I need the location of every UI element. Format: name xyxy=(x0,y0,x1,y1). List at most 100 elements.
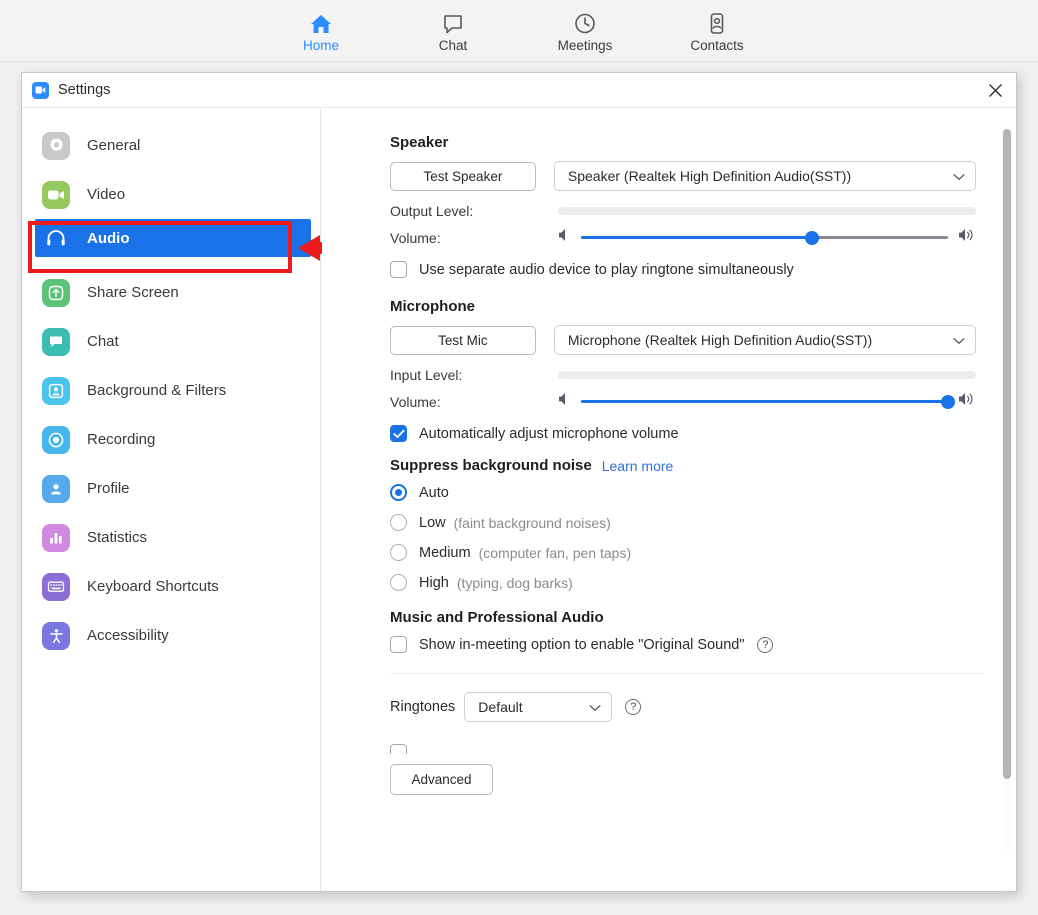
speaker-section-heading: Speaker xyxy=(390,134,449,151)
sidebar-item-accessibility-label: Accessibility xyxy=(87,627,169,644)
noise-option-auto-radio[interactable] xyxy=(390,484,407,501)
close-icon[interactable] xyxy=(980,76,1010,104)
gear-icon xyxy=(42,131,70,160)
ringtones-value: Default xyxy=(478,699,523,715)
sidebar-item-recording[interactable]: Recording xyxy=(22,415,320,464)
volume-low-icon xyxy=(558,392,571,411)
settings-content-panel: Speaker Test Speaker Speaker (Realtek Hi… xyxy=(322,109,1016,891)
suppress-noise-heading: Suppress background noise xyxy=(390,457,592,474)
speaker-volume-slider[interactable] xyxy=(558,228,976,247)
noise-option-high-label: High xyxy=(419,574,449,591)
ringtones-select[interactable]: Default xyxy=(464,692,613,722)
original-sound-checkbox[interactable] xyxy=(390,636,407,653)
noise-option-high-hint: (typing, dog barks) xyxy=(456,574,573,591)
separate-ringtone-device-label: Use separate audio device to play ringto… xyxy=(419,261,794,278)
sidebar-item-audio[interactable]: Audio xyxy=(35,219,311,257)
sidebar-item-share-screen[interactable]: Share Screen xyxy=(22,268,320,317)
chevron-down-icon xyxy=(953,168,965,184)
auto-adjust-mic-volume-checkbox[interactable] xyxy=(390,425,407,442)
sidebar-item-video-label: Video xyxy=(87,186,126,203)
microphone-device-select[interactable]: Microphone (Realtek High Definition Audi… xyxy=(553,325,976,355)
sidebar-item-audio-container: Audio xyxy=(22,219,370,273)
bar-chart-icon xyxy=(42,523,70,552)
sidebar-item-share-screen-label: Share Screen xyxy=(87,284,179,301)
output-level-meter xyxy=(558,207,976,215)
sidebar-item-audio-label: Audio xyxy=(87,229,130,247)
upload-arrow-icon xyxy=(42,278,70,307)
sidebar-item-keyboard-shortcuts[interactable]: Keyboard Shortcuts xyxy=(22,562,320,611)
microphone-volume-track[interactable] xyxy=(581,393,955,411)
chat-bubble-icon xyxy=(42,327,70,356)
accessibility-icon xyxy=(42,621,70,650)
noise-option-medium-label: Medium xyxy=(419,544,471,561)
person-frame-icon xyxy=(42,376,70,405)
section-divider xyxy=(390,673,984,674)
speaker-volume-thumb[interactable] xyxy=(805,230,820,245)
record-circle-icon xyxy=(42,425,70,454)
advanced-button[interactable]: Advanced xyxy=(390,764,493,795)
nav-item-home-label: Home xyxy=(302,37,339,53)
sidebar-item-statistics[interactable]: Statistics xyxy=(22,513,320,562)
microphone-device-value: Microphone (Realtek High Definition Audi… xyxy=(567,332,873,348)
keyboard-icon xyxy=(42,572,70,601)
settings-window: Settings General Video Audio Share Scree… xyxy=(21,72,1017,892)
separate-ringtone-device-checkbox[interactable] xyxy=(390,261,407,278)
help-circle-icon[interactable]: ? xyxy=(625,699,642,715)
app-top-navigation: Home Chat Meetings Contacts xyxy=(0,0,1038,62)
microphone-volume-label: Volume: xyxy=(390,393,441,410)
learn-more-link[interactable]: Learn more xyxy=(602,458,674,474)
sidebar-item-general-label: General xyxy=(87,137,141,154)
volume-high-icon xyxy=(958,228,976,247)
noise-option-high-radio[interactable] xyxy=(390,574,407,591)
chat-bubble-icon xyxy=(441,9,465,35)
sidebar-item-background-filters-label: Background & Filters xyxy=(87,382,227,399)
noise-option-low-radio[interactable] xyxy=(390,514,407,531)
sidebar-item-general[interactable]: General xyxy=(22,121,320,170)
test-speaker-button[interactable]: Test Speaker xyxy=(390,161,536,191)
nav-item-contacts[interactable]: Contacts xyxy=(677,9,757,53)
nav-item-meetings-label: Meetings xyxy=(557,37,613,53)
volume-low-icon xyxy=(558,228,571,247)
sidebar-item-keyboard-shortcuts-label: Keyboard Shortcuts xyxy=(87,578,219,595)
clock-icon xyxy=(573,9,597,35)
volume-high-icon xyxy=(958,392,976,411)
nav-item-chat-label: Chat xyxy=(438,37,468,53)
sidebar-item-accessibility[interactable]: Accessibility xyxy=(22,611,320,660)
sidebar-item-background-filters[interactable]: Background & Filters xyxy=(22,366,320,415)
noise-option-medium-radio[interactable] xyxy=(390,544,407,561)
advanced-button-area: Advanced xyxy=(322,764,1016,795)
window-title: Settings xyxy=(58,82,111,98)
nav-item-home[interactable]: Home xyxy=(281,9,361,53)
ringtones-label: Ringtones xyxy=(390,699,456,715)
contact-person-icon xyxy=(705,9,729,35)
sidebar-item-profile[interactable]: Profile xyxy=(22,464,320,513)
auto-adjust-mic-volume-label: Automatically adjust microphone volume xyxy=(419,425,679,442)
sidebar-item-statistics-label: Statistics xyxy=(87,529,148,546)
speaker-volume-track[interactable] xyxy=(581,229,948,247)
original-sound-label: Show in-meeting option to enable "Origin… xyxy=(419,636,745,653)
help-circle-icon[interactable]: ? xyxy=(757,636,774,653)
window-title-bar: Settings xyxy=(22,73,1016,108)
test-mic-button[interactable]: Test Mic xyxy=(390,325,536,355)
noise-option-auto-label: Auto xyxy=(419,484,449,501)
noise-option-low-hint: (faint background noises) xyxy=(453,514,611,531)
nav-item-chat[interactable]: Chat xyxy=(413,9,493,53)
noise-option-low-label: Low xyxy=(419,514,446,531)
sidebar-item-recording-label: Recording xyxy=(87,431,156,448)
zoom-camera-icon xyxy=(32,81,49,99)
clipped-checkbox-row[interactable] xyxy=(322,744,1016,754)
chevron-down-icon xyxy=(953,332,965,348)
home-icon xyxy=(309,9,333,35)
microphone-volume-slider[interactable] xyxy=(558,392,976,411)
sidebar-item-chat[interactable]: Chat xyxy=(22,317,320,366)
video-camera-icon xyxy=(42,180,70,209)
noise-option-medium-hint: (computer fan, pen taps) xyxy=(478,544,632,561)
vertical-scrollbar-thumb[interactable] xyxy=(1003,129,1011,779)
chevron-down-icon xyxy=(589,699,601,715)
speaker-device-value: Speaker (Realtek High Definition Audio(S… xyxy=(567,168,852,184)
nav-item-meetings[interactable]: Meetings xyxy=(545,9,625,53)
sidebar-item-video[interactable]: Video xyxy=(22,170,320,219)
speaker-device-select[interactable]: Speaker (Realtek High Definition Audio(S… xyxy=(553,161,976,191)
music-audio-heading: Music and Professional Audio xyxy=(390,609,604,626)
microphone-volume-thumb[interactable] xyxy=(941,394,955,409)
